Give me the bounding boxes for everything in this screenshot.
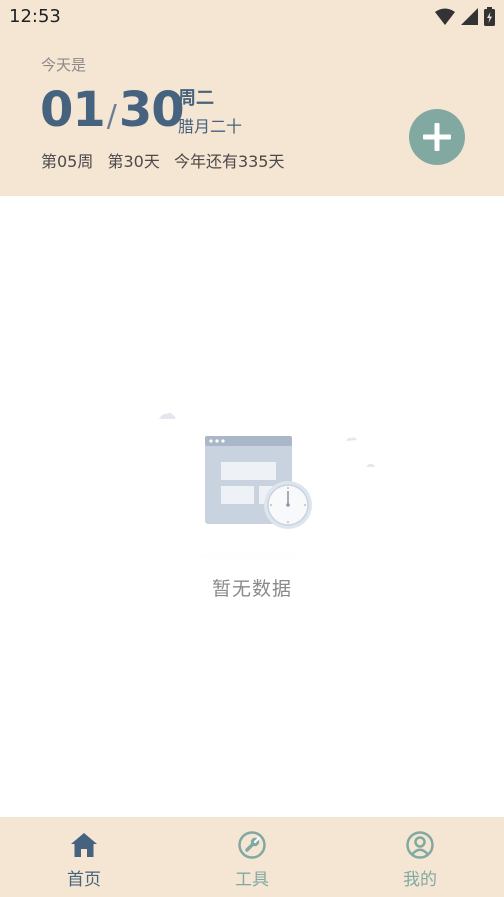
status-time: 12:53 [9,6,61,27]
add-button[interactable] [409,109,465,165]
date-display: 01 / 30 [40,82,185,138]
lunar-date: 腊月二十 [178,117,243,136]
week-number: 第05周 [41,152,94,171]
date-side-info: 周二 腊月二十 [178,88,242,137]
content-area: 暂无数据 [0,196,504,817]
date-header: 今天是 01 / 30 周二 腊月二十 第05周 第30天 今年还有335天 [0,34,504,196]
status-bar: 12:53 [0,0,504,34]
nav-item-tools[interactable]: 工具 [168,817,336,897]
nav-item-home[interactable]: 首页 [0,817,168,897]
battery-icon [484,7,495,26]
nav-label-profile: 我的 [403,870,437,890]
status-icons [435,7,495,26]
date-day: 30 [118,82,185,138]
days-remaining: 今年还有335天 [173,152,285,171]
weekday: 周二 [178,88,214,109]
empty-state-illustration [102,412,402,558]
day-of-year: 第30天 [107,152,160,171]
plus-icon [423,123,451,151]
home-icon [71,833,97,857]
year-progress-info: 第05周 第30天 今年还有335天 [41,148,293,172]
profile-icon [406,831,434,859]
date-separator: / [106,99,117,134]
date-month: 01 [40,82,106,138]
wrench-icon [238,831,266,859]
bottom-nav: 首页 工具 我的 [0,817,504,897]
nav-label-tools: 工具 [235,870,269,890]
today-label: 今天是 [41,56,87,74]
nav-item-profile[interactable]: 我的 [336,817,504,897]
signal-icon [461,7,478,25]
wifi-icon [435,8,455,25]
empty-state-message: 暂无数据 [211,578,292,600]
nav-label-home: 首页 [67,870,101,890]
